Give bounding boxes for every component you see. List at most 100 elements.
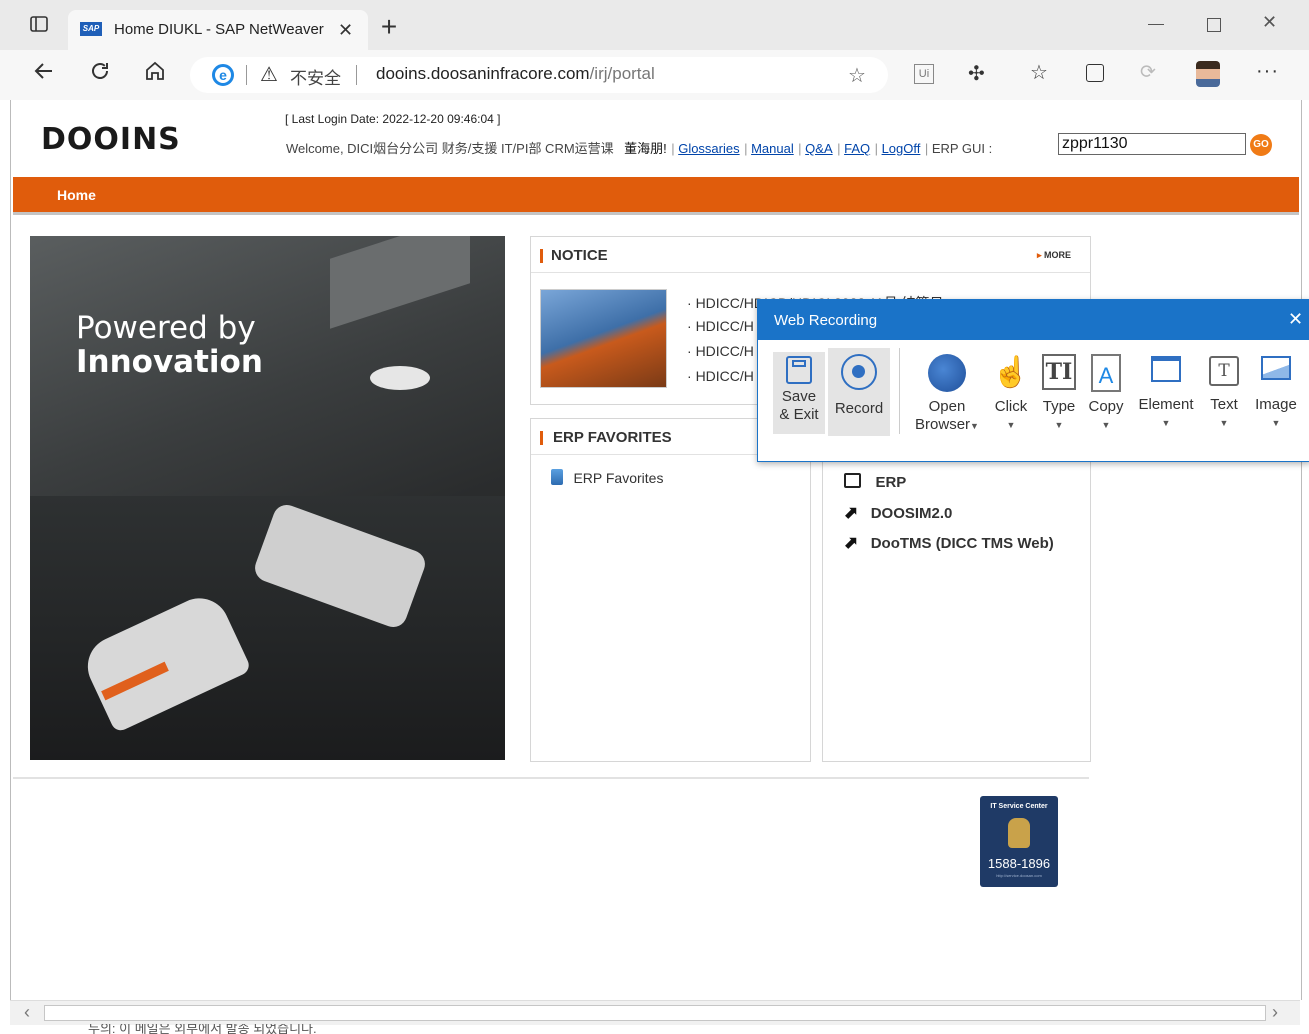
extensions-icon[interactable]: ✣: [968, 61, 985, 86]
panel-divider: [531, 272, 1090, 273]
more-menu-icon[interactable]: ···: [1256, 60, 1279, 83]
image-button[interactable]: Image ▼: [1252, 352, 1300, 436]
minimize-icon[interactable]: [1148, 24, 1164, 25]
recorder-header: Web Recording ✕: [758, 300, 1309, 340]
sync-icon[interactable]: ⟳: [1140, 61, 1156, 84]
manual-link[interactable]: Manual: [751, 141, 794, 156]
tab-actions-icon[interactable]: [26, 12, 52, 38]
scroll-thumb[interactable]: [44, 1005, 1266, 1021]
open-browser-button[interactable]: Open Browser▼: [910, 352, 984, 436]
record-button[interactable]: Record: [828, 348, 890, 436]
hero-slogan-line2: Innovation: [76, 344, 263, 380]
erp-gui-label: ERP GUI :: [931, 141, 993, 156]
type-button[interactable]: TI Type ▼: [1037, 352, 1081, 436]
system-item-dootms[interactable]: ⬈ DooTMS (DICC TMS Web): [844, 533, 1054, 553]
save-exit-button[interactable]: Save & Exit: [773, 352, 825, 434]
close-recorder-icon[interactable]: ✕: [1288, 309, 1303, 330]
tool-label: & Exit: [779, 406, 819, 423]
it-service-center-banner[interactable]: IT Service Center 1588-1896 http://servi…: [980, 796, 1058, 887]
monitor-icon: [844, 473, 861, 488]
globe-icon: [928, 354, 966, 392]
text-button[interactable]: T Text ▼: [1202, 352, 1246, 436]
nav-home[interactable]: Home: [57, 187, 96, 203]
separator: [356, 65, 357, 85]
page-viewport: DOOINS [ Last Login Date: 2022-12-20 09:…: [10, 100, 1302, 1000]
tool-label: Browser: [915, 416, 971, 433]
separator: |: [874, 141, 882, 156]
security-label[interactable]: 不安全: [290, 64, 341, 89]
systems-panel: ERP ⬈ DOOSIM2.0 ⬈ DooTMS (DICC TMS Web): [822, 418, 1091, 762]
tool-label: Record: [834, 400, 884, 417]
tool-label: Image: [1255, 396, 1297, 413]
hero-slogan-line1: Powered by: [76, 310, 256, 346]
click-button[interactable]: ☝ Click ▼: [989, 352, 1033, 436]
warning-icon[interactable]: ⚠: [260, 62, 278, 87]
title-marker: [540, 431, 543, 445]
copy-button[interactable]: A Copy ▼: [1084, 352, 1128, 436]
go-button[interactable]: GO: [1250, 134, 1272, 156]
maximize-icon[interactable]: [1207, 18, 1221, 32]
system-item-doosim[interactable]: ⬈ DOOSIM2.0: [844, 503, 952, 523]
system-item-erp[interactable]: ERP: [844, 473, 906, 492]
erp-gui-input[interactable]: [1058, 133, 1246, 155]
address-bar[interactable]: e ⚠ 不安全 dooins.doosaninfracore.com/irj/p…: [190, 57, 888, 93]
tool-label: Text: [1210, 396, 1238, 413]
tool-label: Element: [1138, 396, 1194, 413]
sap-favicon: SAP: [80, 22, 102, 36]
tool-divider: [899, 348, 900, 434]
close-window-icon[interactable]: ✕: [1262, 12, 1277, 33]
qa-link[interactable]: Q&A: [805, 141, 832, 156]
faq-link[interactable]: FAQ: [844, 141, 870, 156]
notice-text: HDICC/H: [695, 343, 754, 359]
scroll-left-icon[interactable]: ‹: [24, 1002, 30, 1023]
it-center-phone: 1588-1896: [987, 856, 1051, 871]
close-tab-icon[interactable]: ✕: [338, 20, 353, 41]
scroll-right-icon[interactable]: ›: [1272, 1002, 1278, 1023]
last-login: [ Last Login Date: 2022-12-20 09:46:04 ]: [285, 112, 501, 126]
dropdown-caret-icon: ▼: [1101, 420, 1111, 430]
header-links: Welcome, DICI烟台分公司 财务/支援 IT/PI部 CRM运营课 董…: [286, 138, 992, 158]
refresh-icon[interactable]: [86, 59, 114, 91]
save-icon: [786, 356, 812, 384]
tool-label: Type: [1042, 398, 1076, 415]
url-text[interactable]: dooins.doosaninfracore.com/irj/portal: [376, 64, 655, 84]
computer-icon: [551, 469, 563, 485]
new-tab-button[interactable]: +: [374, 12, 404, 42]
favorites-label: ERP Favorites: [573, 470, 664, 486]
background-window-text: 두의: 이 메일은 외부에서 발송 되었습니다.: [88, 1024, 317, 1034]
hero-building: [330, 236, 470, 329]
profile-avatar[interactable]: [1196, 61, 1220, 87]
it-center-character-icon: [1008, 818, 1030, 848]
element-button[interactable]: Element ▼: [1134, 352, 1198, 436]
dropdown-caret-icon: ▼: [1219, 418, 1229, 428]
more-arrow-icon: ▸: [1037, 250, 1042, 260]
add-favorite-icon[interactable]: ☆: [848, 63, 866, 88]
favorites-icon[interactable]: ☆: [1030, 60, 1048, 85]
tab-bar: SAP Home DIUKL - SAP NetWeaver Po ✕ + ✕: [0, 0, 1309, 50]
more-link[interactable]: ▸ MORE: [1037, 250, 1071, 261]
web-recording-panel: Web Recording ✕ Save & Exit Record Open …: [757, 299, 1309, 462]
user-name: 董海朋!: [624, 141, 667, 156]
ie-mode-icon[interactable]: e: [212, 64, 234, 86]
url-host: dooins.doosaninfracore.com: [376, 64, 590, 83]
browser-tab[interactable]: SAP Home DIUKL - SAP NetWeaver Po ✕: [68, 10, 368, 50]
collections-icon[interactable]: [1086, 64, 1104, 82]
dooins-logo[interactable]: DOOINS: [41, 122, 181, 157]
erp-favorites-panel: ERP FAVORITES ERP Favorites: [530, 418, 811, 762]
dropdown-caret-icon: ▼: [1006, 420, 1016, 430]
tool-label: Copy: [1088, 398, 1124, 415]
notice-thumbnail: [540, 289, 667, 388]
favorites-item[interactable]: ERP Favorites: [551, 469, 663, 488]
logoff-link[interactable]: LogOff: [882, 141, 921, 156]
horizontal-scrollbar[interactable]: ‹ ›: [10, 1000, 1300, 1025]
home-icon[interactable]: [141, 59, 169, 91]
tool-label: Open: [928, 398, 966, 415]
hero-image: Powered by Innovation: [30, 236, 505, 760]
glossaries-link[interactable]: Glossaries: [678, 141, 739, 156]
content-divider: [13, 777, 1089, 779]
ui-extension-icon[interactable]: Ui: [914, 64, 934, 84]
tool-label: Save: [781, 388, 817, 405]
title-marker: [540, 249, 543, 263]
back-icon[interactable]: [30, 59, 58, 91]
notice-text: HDICC/H: [695, 318, 754, 334]
